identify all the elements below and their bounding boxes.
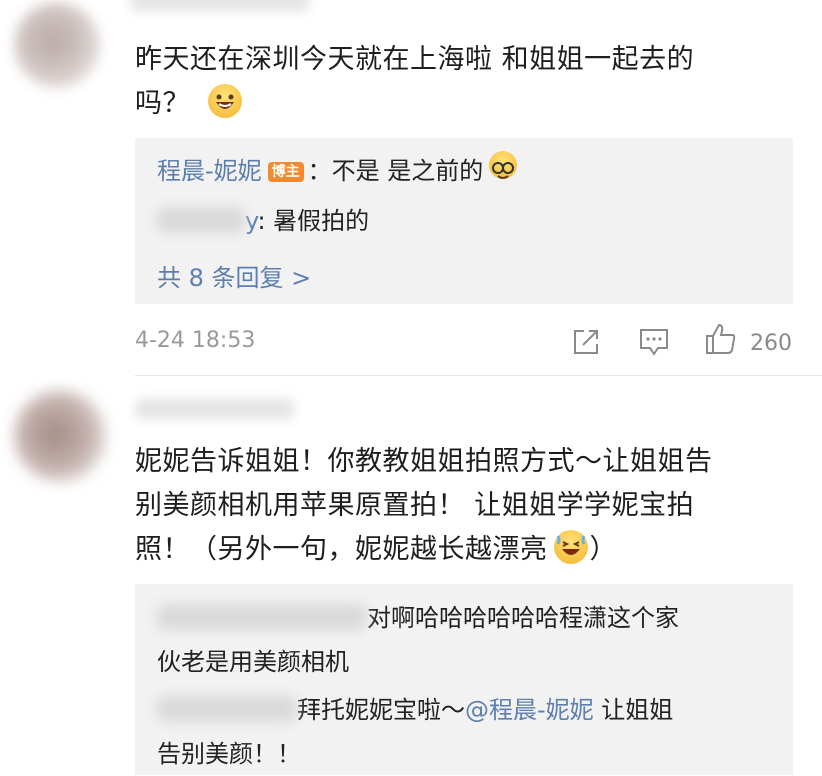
reply-author-suffix[interactable]: y [245, 207, 257, 235]
reply-text: 伙老是用美颜相机 [157, 648, 349, 676]
reply-text: ：不是 是之前的 [307, 157, 484, 185]
reply-text: 拜托妮妮宝啦～ [297, 696, 465, 724]
reply-text: 告别美颜！！ [157, 740, 301, 768]
reply-author-blurred[interactable] [157, 207, 245, 233]
laughing-emoji-icon [208, 84, 242, 118]
reply-item: y: 暑假拍的 [157, 196, 369, 246]
reply-item: 对啊哈哈哈哈哈哈程潇这个家 伙老是用美颜相机 [157, 596, 777, 684]
username-blurred[interactable] [135, 398, 295, 420]
timestamp: 4-24 18:53 [135, 328, 256, 353]
comment-line: 吗？ [135, 82, 795, 126]
reply-box: 程晨-妮妮 博主 ：不是 是之前的 y: 暑假拍的 共 8 条回复 > [135, 138, 793, 304]
reply-author-blurred[interactable] [157, 604, 367, 630]
avatar[interactable] [14, 390, 106, 482]
comment-text: 昨天还在深圳今天就在上海啦 和姐姐一起去的 吗？ [135, 38, 795, 126]
divider [135, 375, 822, 376]
reply-text: 对啊哈哈哈哈哈哈程潇这个家 [367, 604, 679, 632]
like-button[interactable]: 260 [704, 322, 792, 360]
comment-text: 妮妮告诉姐姐！你教教姐姐拍照方式～让姐姐告 别美颜相机用苹果原置拍！ 让姐姐学学… [135, 440, 805, 572]
comment-line: 照！（另外一句，妮妮越长越漂亮） [135, 528, 805, 572]
reply-author[interactable]: 程晨-妮妮 [157, 157, 262, 185]
more-replies-link[interactable]: 共 8 条回复 > [157, 258, 311, 293]
comment-line: 昨天还在深圳今天就在上海啦 和姐姐一起去的 [135, 44, 695, 75]
reply-author-blurred[interactable] [157, 696, 297, 722]
comment-icon[interactable] [638, 326, 670, 362]
reply-box: 对啊哈哈哈哈哈哈程潇这个家 伙老是用美颜相机 拜托妮妮宝啦～@程晨-妮妮 让姐姐… [135, 584, 793, 775]
comment-line: 妮妮告诉姐姐！你教教姐姐拍照方式～让姐姐告 [135, 446, 713, 477]
reply-text: : 暑假拍的 [257, 207, 370, 235]
reply-text: 让姐姐 [593, 696, 674, 724]
reply-item: 拜托妮妮宝啦～@程晨-妮妮 让姐姐 告别美颜！！ [157, 688, 777, 776]
username-blurred[interactable] [130, 0, 310, 12]
comment-line: 别美颜相机用苹果原置拍！ 让姐姐学学妮宝拍 [135, 490, 695, 521]
grinning-sweat-emoji-icon [553, 530, 588, 564]
blogger-badge: 博主 [267, 162, 304, 182]
like-count: 260 [750, 331, 792, 356]
mention-link[interactable]: @程晨-妮妮 [465, 696, 594, 724]
share-icon[interactable] [570, 326, 602, 362]
nerd-emoji-icon [489, 151, 518, 179]
reply-item: 程晨-妮妮 博主 ：不是 是之前的 [157, 146, 518, 196]
avatar[interactable] [14, 2, 100, 88]
thumbs-up-icon [704, 322, 738, 360]
